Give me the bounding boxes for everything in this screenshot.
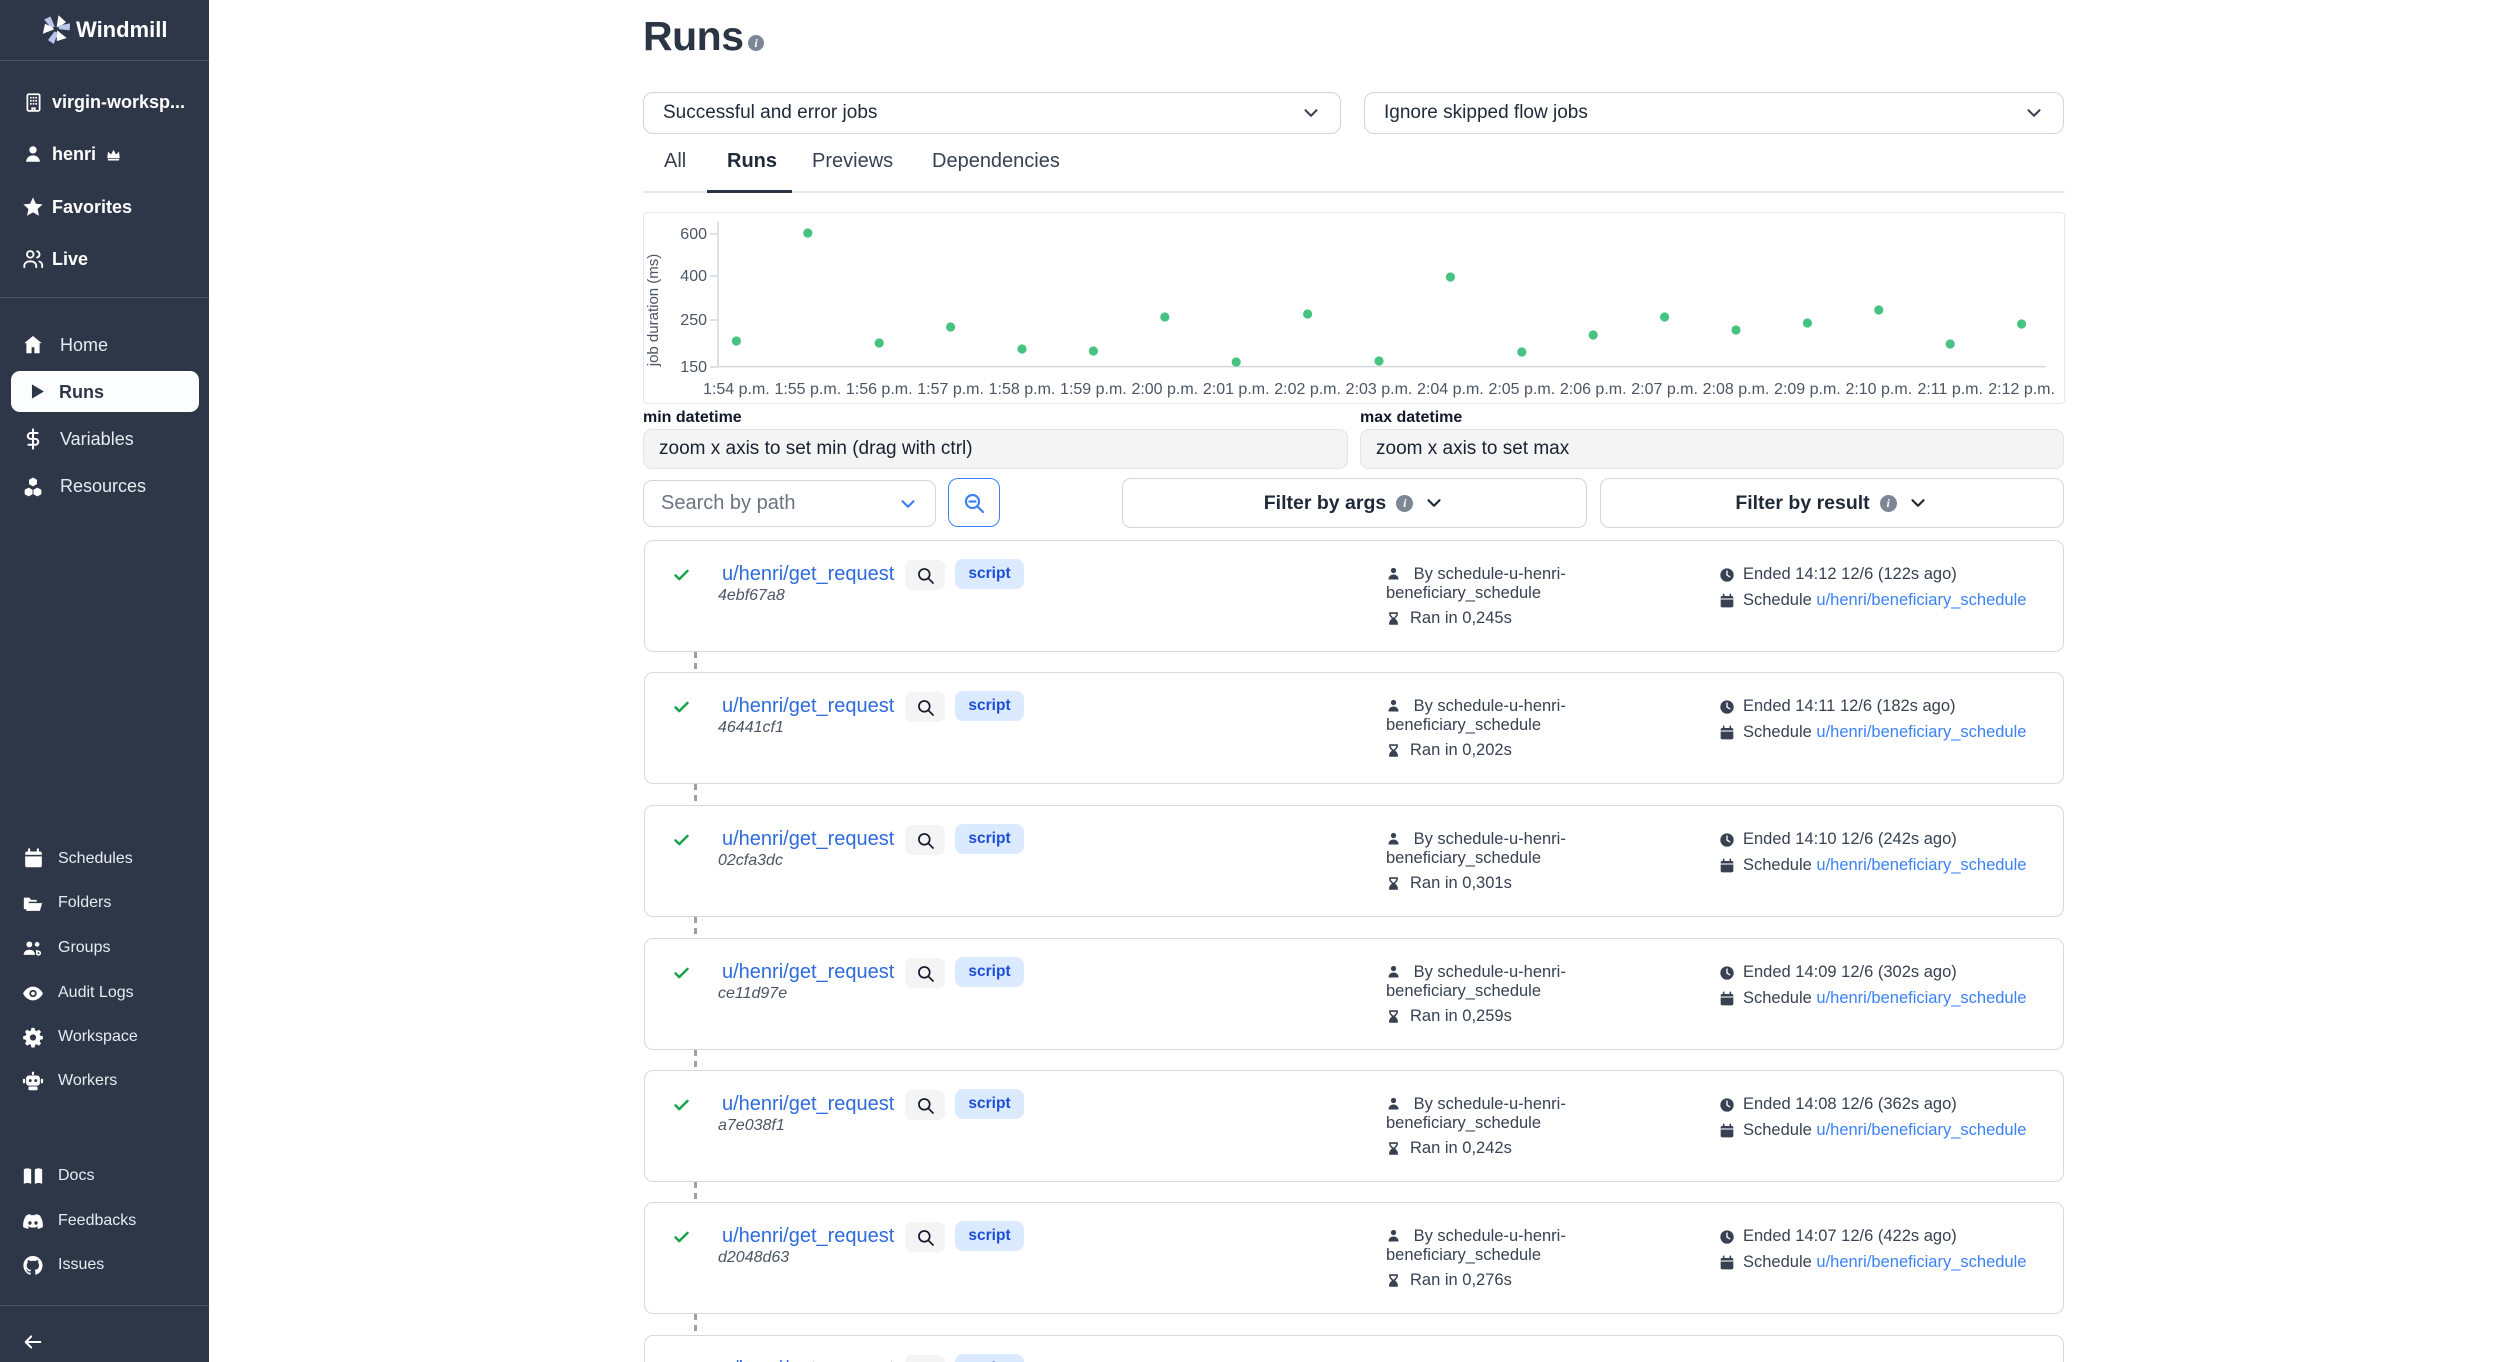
svg-text:2:05 p.m.: 2:05 p.m. <box>1488 381 1555 398</box>
svg-text:2:12 p.m.: 2:12 p.m. <box>1988 381 2055 398</box>
svg-text:2:10 p.m.: 2:10 p.m. <box>1845 381 1912 398</box>
svg-text:1:56 p.m.: 1:56 p.m. <box>846 381 913 398</box>
svg-text:1:57 p.m.: 1:57 p.m. <box>917 381 984 398</box>
svg-text:1:54 p.m.: 1:54 p.m. <box>703 381 770 398</box>
svg-text:1:58 p.m.: 1:58 p.m. <box>989 381 1056 398</box>
svg-text:1:55 p.m.: 1:55 p.m. <box>774 381 841 398</box>
svg-text:2:06 p.m.: 2:06 p.m. <box>1560 381 1627 398</box>
svg-text:2:07 p.m.: 2:07 p.m. <box>1631 381 1698 398</box>
svg-text:400: 400 <box>680 268 707 285</box>
svg-text:2:00 p.m.: 2:00 p.m. <box>1131 381 1198 398</box>
svg-text:2:09 p.m.: 2:09 p.m. <box>1774 381 1841 398</box>
svg-text:2:08 p.m.: 2:08 p.m. <box>1703 381 1770 398</box>
svg-text:2:11 p.m.: 2:11 p.m. <box>1917 381 1983 398</box>
svg-text:600: 600 <box>680 226 707 243</box>
svg-text:2:03 p.m.: 2:03 p.m. <box>1346 381 1413 398</box>
svg-text:2:04 p.m.: 2:04 p.m. <box>1417 381 1484 398</box>
svg-text:1:59 p.m.: 1:59 p.m. <box>1060 381 1127 398</box>
svg-text:job duration (ms): job duration (ms) <box>645 254 662 368</box>
svg-text:150: 150 <box>680 359 707 376</box>
svg-text:2:02 p.m.: 2:02 p.m. <box>1274 381 1341 398</box>
svg-text:250: 250 <box>680 312 707 329</box>
svg-text:2:01 p.m.: 2:01 p.m. <box>1203 381 1270 398</box>
